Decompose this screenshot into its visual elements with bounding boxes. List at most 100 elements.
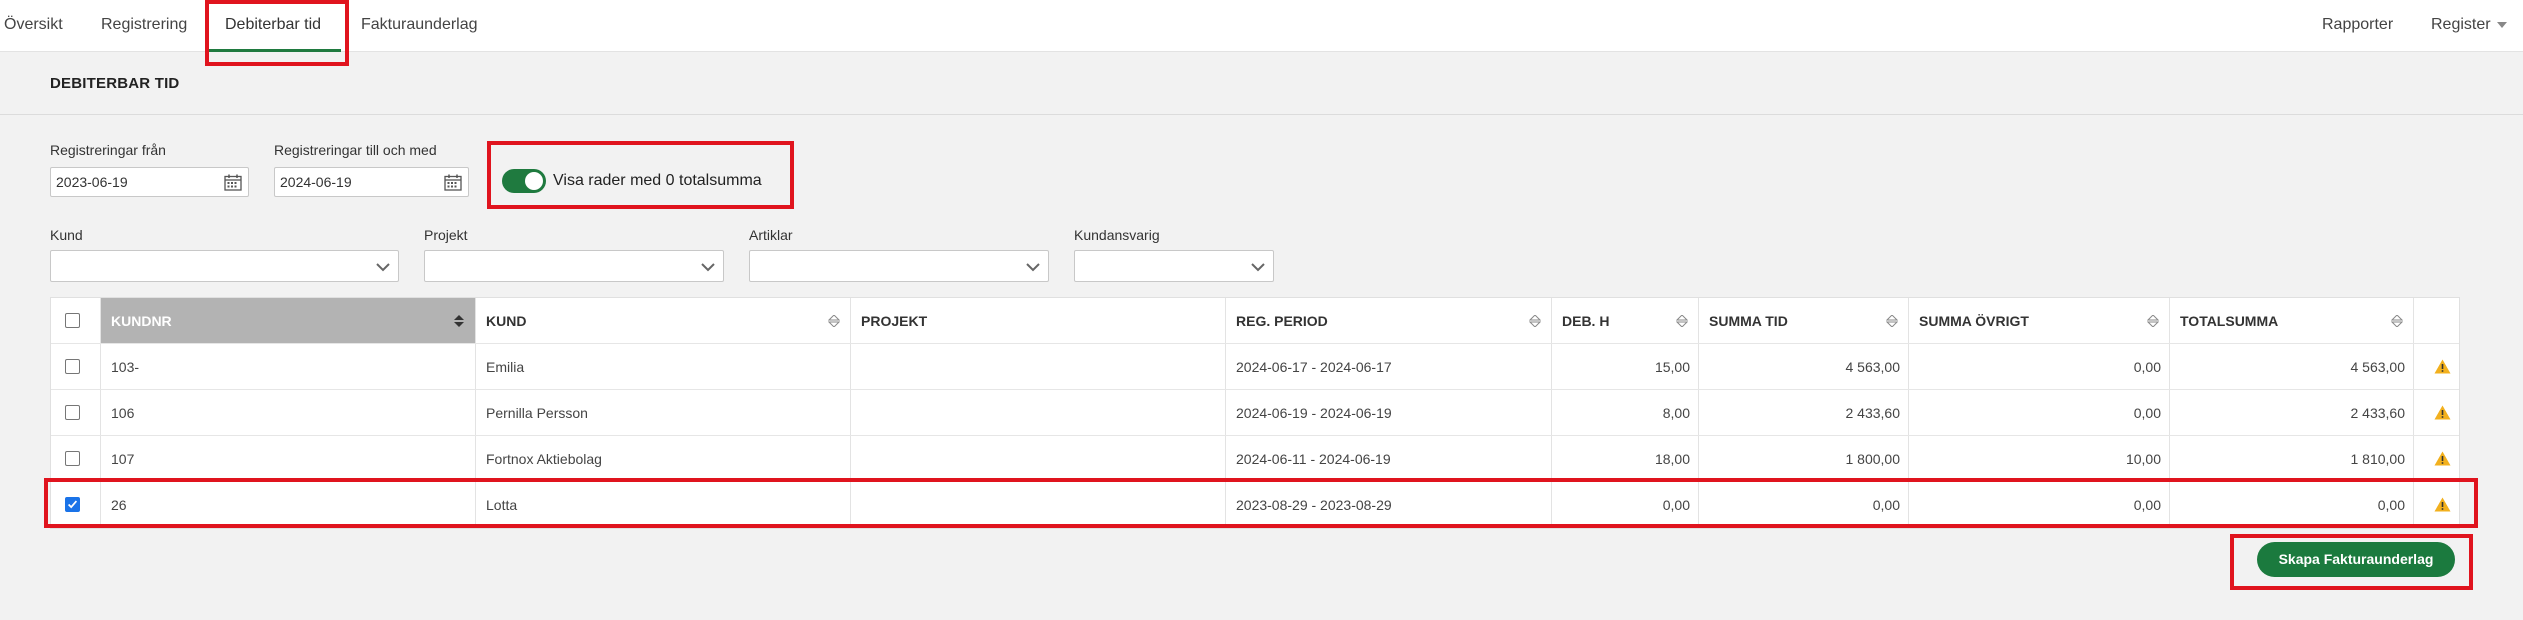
from-date-value: 2023-06-19: [56, 174, 128, 190]
column-label: DEB. H: [1562, 313, 1610, 329]
cell-projekt: [851, 390, 1226, 435]
sort-icon: [2147, 315, 2159, 327]
project-select[interactable]: [424, 250, 724, 282]
cell-summa-tid: 1 800,00: [1699, 436, 1909, 481]
chevron-down-icon: [1026, 263, 1040, 272]
register-menu-label: Register: [2431, 16, 2491, 33]
title-bar: [0, 53, 2523, 115]
cell-kundnr: 107: [101, 436, 476, 481]
active-tab-indicator: [209, 49, 341, 52]
sort-icon: [1886, 315, 1898, 327]
select-all-cell: [51, 298, 101, 343]
show-zero-rows-toggle[interactable]: [502, 169, 546, 193]
warning-icon[interactable]: [2434, 359, 2451, 374]
select-all-checkbox[interactable]: [65, 313, 80, 328]
cell-reg-period: 2024-06-17 - 2024-06-17: [1226, 344, 1552, 389]
column-summa-ovrigt[interactable]: SUMMA ÖVRIGT: [1909, 298, 2170, 343]
to-date-input[interactable]: 2024-06-19: [274, 167, 469, 197]
column-label: KUNDNR: [111, 313, 172, 329]
column-label: KUND: [486, 313, 527, 329]
column-deb-h[interactable]: DEB. H: [1552, 298, 1699, 343]
row-select-cell: [51, 482, 101, 528]
chevron-down-icon: [1251, 263, 1265, 272]
chevron-down-icon: [2496, 21, 2507, 28]
row-select-cell: [51, 390, 101, 435]
cell-deb-h: 0,00: [1552, 482, 1699, 528]
table-row[interactable]: 107 Fortnox Aktiebolag 2024-06-11 - 2024…: [51, 436, 2459, 482]
customer-select[interactable]: [50, 250, 399, 282]
to-date-value: 2024-06-19: [280, 174, 352, 190]
warning-icon[interactable]: [2434, 497, 2451, 512]
calendar-icon[interactable]: [444, 174, 462, 191]
register-menu[interactable]: Register: [2431, 0, 2507, 52]
cell-totalsumma: 1 810,00: [2170, 436, 2414, 481]
page-title: DEBITERBAR TID: [50, 75, 180, 92]
tab-fakturaunderlag[interactable]: Fakturaunderlag: [361, 0, 478, 52]
table-row[interactable]: 106 Pernilla Persson 2024-06-19 - 2024-0…: [51, 390, 2459, 436]
cell-reg-period: 2024-06-19 - 2024-06-19: [1226, 390, 1552, 435]
warning-icon[interactable]: [2434, 451, 2451, 466]
customer-filter-label: Kund: [50, 227, 83, 243]
articles-select[interactable]: [749, 250, 1049, 282]
articles-filter-label: Artiklar: [749, 227, 793, 243]
row-checkbox[interactable]: [65, 451, 80, 466]
billable-time-table: KUNDNR KUND PROJEKT REG. PERIOD DEB. H S…: [50, 297, 2460, 529]
column-label: SUMMA TID: [1709, 313, 1788, 329]
cell-kundnr: 106: [101, 390, 476, 435]
cell-kund: Lotta: [476, 482, 851, 528]
to-date-label: Registreringar till och med: [274, 142, 437, 158]
cell-warning: [2414, 390, 2461, 435]
column-kund[interactable]: KUND: [476, 298, 851, 343]
reports-link[interactable]: Rapporter: [2322, 0, 2393, 52]
cell-summa-tid: 0,00: [1699, 482, 1909, 528]
column-projekt[interactable]: PROJEKT: [851, 298, 1226, 343]
cell-kund: Fortnox Aktiebolag: [476, 436, 851, 481]
column-summa-tid[interactable]: SUMMA TID: [1699, 298, 1909, 343]
cell-deb-h: 8,00: [1552, 390, 1699, 435]
create-invoice-basis-button[interactable]: Skapa Fakturaunderlag: [2257, 542, 2455, 577]
cell-reg-period: 2024-06-11 - 2024-06-19: [1226, 436, 1552, 481]
row-checkbox[interactable]: [65, 405, 80, 420]
tab-oversikt[interactable]: Översikt: [4, 0, 63, 52]
sort-icon: [1529, 315, 1541, 327]
checkmark-icon: [67, 500, 78, 509]
cell-totalsumma: 4 563,00: [2170, 344, 2414, 389]
cell-projekt: [851, 344, 1226, 389]
row-checkbox[interactable]: [65, 497, 80, 512]
responsible-select[interactable]: [1074, 250, 1274, 282]
table-row[interactable]: 103- Emilia 2024-06-17 - 2024-06-17 15,0…: [51, 344, 2459, 390]
cell-kund: Emilia: [476, 344, 851, 389]
column-reg-period[interactable]: REG. PERIOD: [1226, 298, 1552, 343]
calendar-icon[interactable]: [224, 174, 242, 191]
column-totalsumma[interactable]: TOTALSUMMA: [2170, 298, 2414, 343]
cell-summa-ovrigt: 10,00: [1909, 436, 2170, 481]
cell-kundnr: 103-: [101, 344, 476, 389]
show-zero-rows-label: Visa rader med 0 totalsumma: [553, 172, 762, 189]
chevron-down-icon: [701, 263, 715, 272]
from-date-label: Registreringar från: [50, 142, 166, 158]
cell-totalsumma: 2 433,60: [2170, 390, 2414, 435]
table-row[interactable]: 26 Lotta 2023-08-29 - 2023-08-29 0,00 0,…: [51, 482, 2459, 528]
column-label: TOTALSUMMA: [2180, 313, 2279, 329]
cell-kundnr: 26: [101, 482, 476, 528]
cell-summa-ovrigt: 0,00: [1909, 482, 2170, 528]
cell-summa-tid: 2 433,60: [1699, 390, 1909, 435]
project-filter-label: Projekt: [424, 227, 468, 243]
cell-summa-ovrigt: 0,00: [1909, 390, 2170, 435]
column-kundnr[interactable]: KUNDNR: [101, 298, 476, 343]
cell-warning: [2414, 344, 2461, 389]
top-navigation: Översikt Registrering Debiterbar tid Fak…: [0, 0, 2523, 52]
cell-warning: [2414, 482, 2461, 528]
cell-deb-h: 18,00: [1552, 436, 1699, 481]
tab-registrering[interactable]: Registrering: [101, 0, 187, 52]
column-label: PROJEKT: [861, 313, 928, 329]
sort-icon: [828, 315, 840, 327]
tab-debiterbar-tid[interactable]: Debiterbar tid: [225, 0, 321, 52]
row-checkbox[interactable]: [65, 359, 80, 374]
from-date-input[interactable]: 2023-06-19: [50, 167, 249, 197]
cell-summa-ovrigt: 0,00: [1909, 344, 2170, 389]
cell-kund: Pernilla Persson: [476, 390, 851, 435]
warning-icon[interactable]: [2434, 405, 2451, 420]
cell-projekt: [851, 436, 1226, 481]
cell-reg-period: 2023-08-29 - 2023-08-29: [1226, 482, 1552, 528]
